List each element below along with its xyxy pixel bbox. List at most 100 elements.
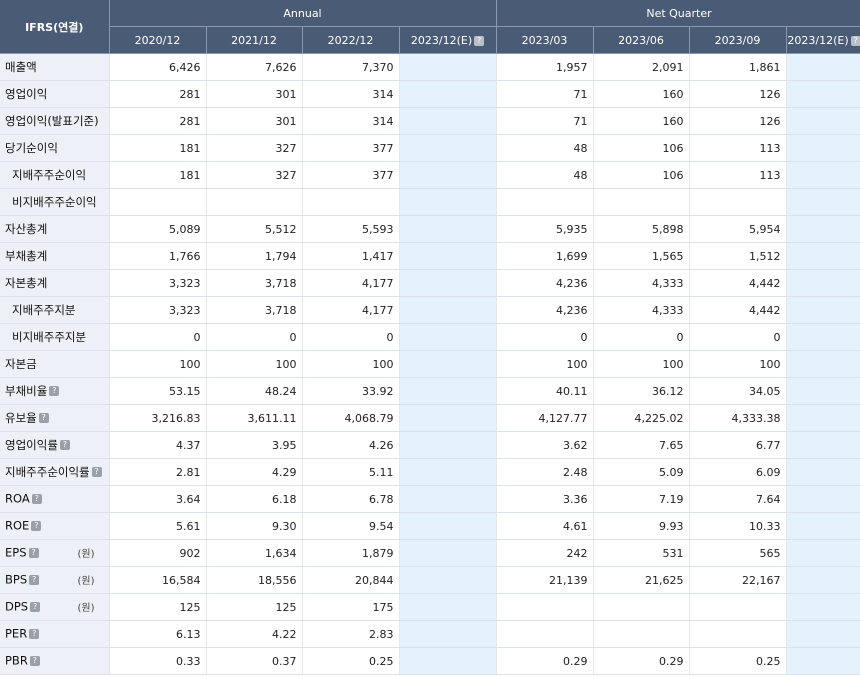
annual-value-cell: 314 [302, 107, 400, 135]
annual-value-cell: 3,216.83 [109, 404, 207, 432]
quarter-value-cell: 4,236 [496, 269, 594, 297]
annual-value-cell [399, 134, 497, 162]
annual-period-header: 2021/12 [206, 26, 303, 54]
unit-label: (원) [77, 549, 95, 560]
row-label: ROE [5, 518, 30, 533]
annual-value-cell [399, 80, 497, 108]
question-mark-icon[interactable]: ? [31, 493, 42, 504]
table-row: DPS? (원) 125 125 175 [0, 593, 860, 621]
question-mark-icon[interactable]: ? [59, 440, 70, 450]
quarter-value-cell: 71 [496, 107, 594, 135]
annual-value-cell: 281 [109, 107, 207, 135]
quarter-value-cell: 1,699 [496, 242, 594, 270]
row-label-cell: ROA? [0, 485, 110, 513]
period-label: 2023/12(E) [410, 33, 473, 47]
row-label-cell: 부채비율? [0, 377, 110, 405]
annual-value-cell: 4.29 [206, 458, 303, 486]
question-mark-icon[interactable]: ? [31, 520, 42, 531]
table-row: 비지배주주순이익 [0, 188, 860, 216]
annual-value-cell [399, 458, 497, 486]
quarter-value-cell [786, 134, 860, 162]
row-label: 지배주주순이익률 [5, 465, 90, 479]
row-label: 영업이익률 [5, 438, 58, 452]
quarter-value-cell [593, 593, 690, 621]
quarter-value-cell [786, 161, 860, 189]
annual-value-cell: 6.13 [109, 620, 207, 648]
financial-highlights-table: IFRS(연결) Annual Net Quarter 2020/12 2021/… [0, 0, 860, 675]
table-row: PBR? 0.33 0.37 0.25 0.29 0.29 0.25 [0, 647, 860, 675]
annual-value-cell: 3,718 [206, 269, 303, 297]
table-row: 지배주주순이익 181 327 377 48 106 113 [0, 161, 860, 189]
annual-value-cell: 1,417 [302, 242, 400, 270]
quarter-value-cell [593, 188, 690, 216]
unit-label: (원) [77, 603, 95, 614]
annual-value-cell [109, 188, 207, 216]
annual-value-cell: 301 [206, 80, 303, 108]
annual-value-cell: 4,068.79 [302, 404, 400, 432]
quarter-value-cell: 100 [689, 350, 787, 378]
annual-period-header: 2023/12(E)? [399, 26, 497, 54]
annual-value-cell: 9.30 [206, 512, 303, 540]
row-label-cell: 비지배주주순이익 [0, 188, 110, 216]
quarter-value-cell [786, 215, 860, 243]
question-mark-icon[interactable]: ? [30, 601, 41, 612]
row-label: 매출액 [5, 60, 37, 74]
row-label-cell: BPS? (원) [0, 566, 110, 594]
annual-value-cell: 175 [302, 593, 400, 621]
period-label: 2023/06 [618, 33, 664, 47]
quarter-value-cell [786, 107, 860, 135]
quarter-value-cell: 1,565 [593, 242, 690, 270]
quarter-value-cell: 565 [689, 539, 787, 567]
quarter-value-cell: 0.29 [496, 647, 594, 675]
question-mark-icon[interactable]: ? [91, 467, 102, 477]
table-row: 지배주주지분 3,323 3,718 4,177 4,236 4,333 4,442 [0, 296, 860, 324]
quarter-value-cell [786, 269, 860, 297]
annual-value-cell: 4,177 [302, 269, 400, 297]
annual-value-cell: 1,794 [206, 242, 303, 270]
annual-value-cell: 3.95 [206, 431, 303, 459]
quarter-value-cell [786, 431, 860, 459]
annual-value-cell [399, 161, 497, 189]
annual-value-cell [399, 53, 497, 81]
question-mark-icon[interactable]: ? [29, 655, 40, 666]
annual-value-cell: 5.61 [109, 512, 207, 540]
annual-value-cell: 125 [109, 593, 207, 621]
quarter-value-cell [593, 620, 690, 648]
row-label: 유보율 [5, 411, 37, 425]
annual-value-cell: 6.18 [206, 485, 303, 513]
row-label-cell: 영업이익(발표기준) [0, 107, 110, 135]
annual-value-cell: 53.15 [109, 377, 207, 405]
annual-value-cell: 0 [302, 323, 400, 351]
quarter-value-cell: 126 [689, 80, 787, 108]
row-label: PER [5, 626, 28, 641]
row-label: 자본금 [5, 357, 37, 371]
question-mark-icon[interactable]: ? [38, 413, 49, 423]
annual-value-cell: 281 [109, 80, 207, 108]
quarter-value-cell: 1,861 [689, 53, 787, 81]
quarter-value-cell: 531 [593, 539, 690, 567]
annual-value-cell: 0.33 [109, 647, 207, 675]
annual-value-cell [399, 296, 497, 324]
quarter-value-cell [689, 593, 787, 621]
row-label-cell: 자본금 [0, 350, 110, 378]
quarter-value-cell [786, 350, 860, 378]
question-mark-icon[interactable]: ? [474, 35, 485, 46]
question-mark-icon[interactable]: ? [850, 35, 860, 46]
quarter-value-cell: 2.48 [496, 458, 594, 486]
quarter-value-cell: 7.64 [689, 485, 787, 513]
annual-value-cell: 33.92 [302, 377, 400, 405]
question-mark-icon[interactable]: ? [29, 574, 40, 585]
question-mark-icon[interactable]: ? [28, 547, 39, 558]
quarter-value-cell: 1,512 [689, 242, 787, 270]
annual-value-cell: 181 [109, 161, 207, 189]
question-mark-icon[interactable]: ? [29, 628, 40, 639]
unit-label: (원) [77, 576, 95, 587]
row-label: 자산총계 [5, 222, 48, 236]
question-mark-icon[interactable]: ? [49, 386, 60, 396]
row-label-cell: 자산총계 [0, 215, 110, 243]
annual-value-cell [399, 647, 497, 675]
quarter-value-cell: 4,333 [593, 269, 690, 297]
annual-value-cell: 314 [302, 80, 400, 108]
quarter-value-cell [786, 80, 860, 108]
row-label: 지배주주지분 [12, 303, 76, 317]
